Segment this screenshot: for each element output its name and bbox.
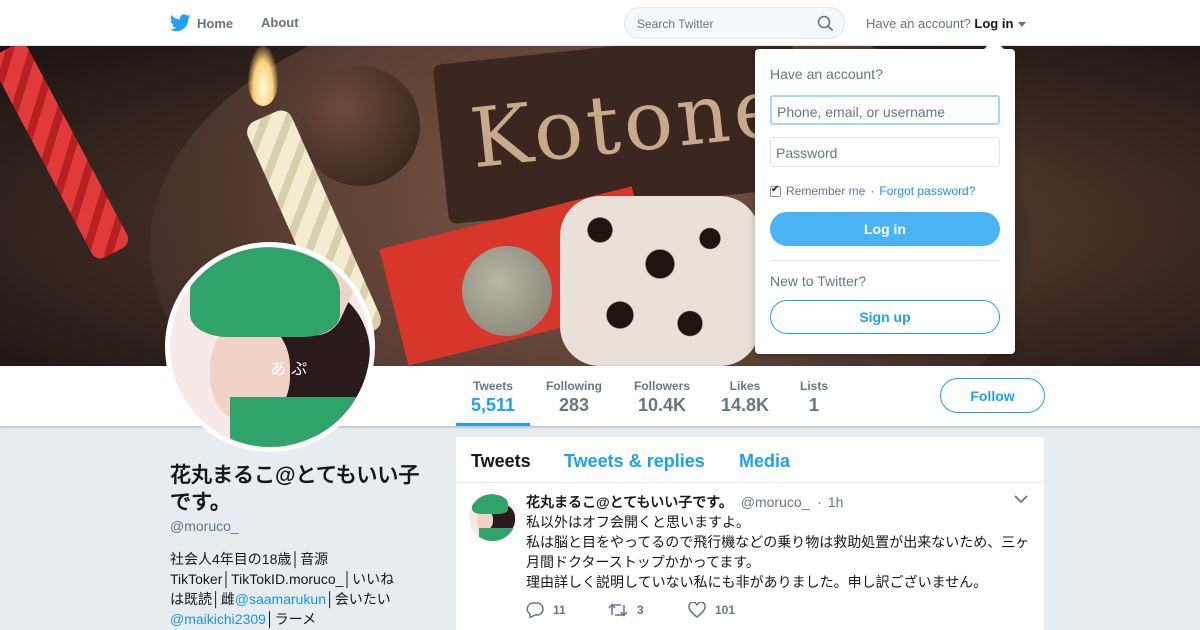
dropdown-divider xyxy=(770,260,1000,261)
stat-tweets[interactable]: Tweets 5,511 xyxy=(456,366,530,426)
tweet-text: 私以外はオフ会開くと思いますよ。 私は脳と目をやってるので飛行機などの乗り物は救… xyxy=(526,512,1036,592)
banner-cookie-cream xyxy=(560,196,760,366)
bio-mention-1[interactable]: @saamarukun xyxy=(235,591,326,607)
username-field[interactable]: Phone, email, or username xyxy=(770,95,1000,125)
reply-button[interactable]: 11 xyxy=(526,602,566,618)
profile-avatar[interactable]: あ ぷ xyxy=(165,242,375,452)
stat-lists-label: Lists xyxy=(799,379,828,393)
forgot-password-link[interactable]: Forgot password? xyxy=(879,184,975,198)
remember-me-label[interactable]: Remember me xyxy=(786,184,865,198)
tweet-avatar-cap xyxy=(472,494,508,514)
new-to-twitter-text: New to Twitter? xyxy=(770,273,867,289)
follow-button[interactable]: Follow xyxy=(940,378,1045,413)
like-count: 101 xyxy=(715,603,736,617)
profile-handle[interactable]: @moruco_ xyxy=(170,518,239,534)
avatar-signature: あ ぷ xyxy=(270,359,308,378)
tweet-avatar[interactable] xyxy=(469,494,516,541)
stat-lists[interactable]: Lists 1 xyxy=(794,366,834,426)
login-link[interactable]: Log in xyxy=(974,16,1013,31)
chevron-down-icon[interactable] xyxy=(1014,495,1028,504)
tweet-line-2: 私は脳と目をやってるので飛行機などの乗り物は救助処置が出来ないため、三ヶ月間ドク… xyxy=(526,534,1030,570)
reply-icon xyxy=(526,602,544,618)
remember-me-checkbox[interactable] xyxy=(770,184,781,197)
tweet-time[interactable]: 1h xyxy=(828,494,844,510)
have-account-area: Have an account? Log in xyxy=(866,16,1027,31)
stat-likes[interactable]: Likes 14.8K xyxy=(716,366,774,426)
banner-macaron xyxy=(462,246,552,336)
banner-truffle xyxy=(300,66,420,186)
tweet-line-1: 私以外はオフ会開くと思いますよ。 xyxy=(526,514,750,530)
remember-separator: · xyxy=(870,184,875,198)
stat-following-value: 283 xyxy=(558,395,590,415)
stat-tweets-label: Tweets xyxy=(473,379,513,393)
nav-home-label: Home xyxy=(197,15,234,31)
like-icon xyxy=(688,602,706,618)
bio-text-3: │ラーメ xyxy=(265,611,317,627)
avatar-green-shirt xyxy=(230,397,370,447)
search-icon[interactable] xyxy=(817,15,834,32)
have-account-text: Have an account? xyxy=(866,16,971,31)
nav-about[interactable]: About xyxy=(261,15,299,30)
banner-candle-flame xyxy=(248,46,278,106)
password-placeholder: Password xyxy=(776,145,838,161)
tweet-separator: · xyxy=(817,494,822,510)
bio-text-2: │会いたい xyxy=(326,591,391,607)
tweet-avatar-shirt xyxy=(479,528,516,541)
caret-down-icon[interactable] xyxy=(1018,22,1027,28)
login-dropdown: Have an account? Phone, email, or userna… xyxy=(755,39,1015,354)
tweet-author-name[interactable]: 花丸まるこ@とてもいい子です。 xyxy=(526,494,733,510)
dropdown-title: Have an account? xyxy=(770,66,883,82)
tab-tweets-replies[interactable]: Tweets & replies xyxy=(564,451,705,472)
retweet-button[interactable]: 3 xyxy=(608,602,644,618)
nav-about-label: About xyxy=(261,15,299,30)
reply-count: 11 xyxy=(553,603,566,617)
stat-following-label: Following xyxy=(546,379,602,393)
stat-followers-value: 10.4K xyxy=(637,395,687,415)
retweet-count: 3 xyxy=(637,603,644,617)
stat-lists-value: 1 xyxy=(808,395,819,415)
search-input[interactable]: Search Twitter xyxy=(624,7,845,39)
stat-likes-value: 14.8K xyxy=(720,395,770,415)
tweet-author-handle[interactable]: @moruco_ xyxy=(741,494,810,510)
banner-red-candle xyxy=(0,46,132,262)
nav-home[interactable]: Home xyxy=(170,14,233,32)
timeline: Tweets Tweets & replies Media 花丸まるこ@とてもい… xyxy=(456,437,1044,630)
like-button[interactable]: 101 xyxy=(688,602,735,618)
tab-tweets[interactable]: Tweets xyxy=(471,451,531,472)
bio-mention-2[interactable]: @maikichi2309 xyxy=(170,611,266,627)
stat-likes-label: Likes xyxy=(729,379,761,393)
stat-following[interactable]: Following 283 xyxy=(538,366,610,426)
avatar-green-cap xyxy=(190,247,340,337)
password-field[interactable]: Password xyxy=(770,137,1000,167)
stat-followers[interactable]: Followers 10.4K xyxy=(628,366,696,426)
login-button[interactable]: Log in xyxy=(770,212,1000,246)
profile-bio: 社会人4年目の18歳│音源TikToker│TikTokID.moruco_│い… xyxy=(170,549,400,629)
username-placeholder: Phone, email, or username xyxy=(777,104,946,120)
timeline-tabs: Tweets Tweets & replies Media xyxy=(456,437,1044,483)
retweet-icon xyxy=(608,603,628,617)
top-navigation-bar: Home About Search Twitter Have an accoun… xyxy=(0,0,1200,46)
search-placeholder: Search Twitter xyxy=(637,17,714,31)
twitter-bird-icon xyxy=(170,14,191,32)
tweet-header: 花丸まるこ@とてもいい子です。 @moruco_ · 1h xyxy=(526,492,843,512)
tweet-line-3: 理由詳しく説明していない私にも非がありました。申し訳ございません。 xyxy=(526,574,988,590)
signup-button[interactable]: Sign up xyxy=(770,300,1000,334)
tweet-item[interactable]: 花丸まるこ@とてもいい子です。 @moruco_ · 1h 私以外はオフ会開くと… xyxy=(456,484,1044,630)
stat-tweets-value: 5,511 xyxy=(470,395,516,415)
tweet-actions: 11 3 101 xyxy=(526,602,826,620)
profile-name[interactable]: 花丸まるこ@とてもいい子です。 xyxy=(170,462,440,516)
tab-media[interactable]: Media xyxy=(739,451,790,472)
remember-me-row: Remember me · Forgot password? xyxy=(770,184,975,198)
stat-followers-label: Followers xyxy=(633,379,690,393)
